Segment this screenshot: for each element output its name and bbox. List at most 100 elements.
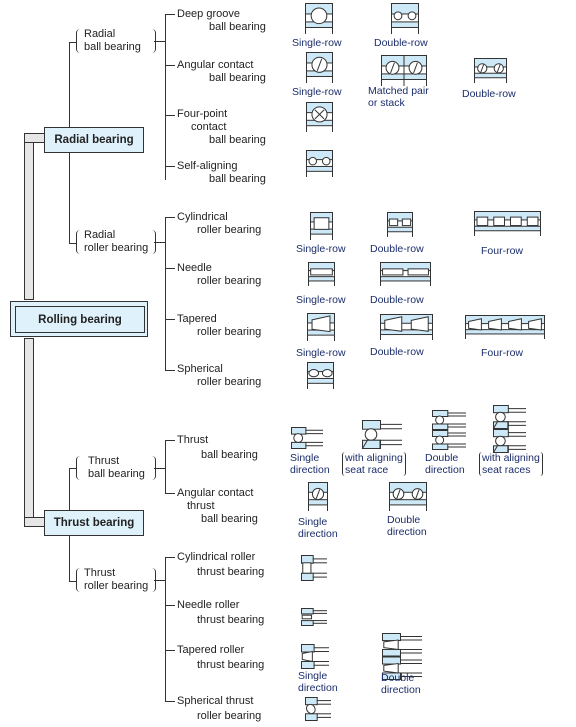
item-needle: Needle roller bearing	[177, 262, 261, 288]
needle-double-row-icon-graphic	[380, 262, 431, 286]
tree-line	[69, 42, 76, 43]
cylindrical-double-row-icon	[387, 212, 413, 237]
item-angular-contact: Angular contact ball bearing	[177, 59, 266, 85]
tree-line	[165, 557, 166, 702]
caption: Single direction	[298, 516, 338, 540]
needle-thrust-icon	[301, 608, 327, 627]
tree-line	[154, 41, 165, 42]
tree-tick	[165, 370, 175, 371]
four-point-contact-icon	[306, 102, 333, 132]
thrust-bearing-box: Thrust bearing	[44, 510, 144, 536]
label-line: Tapered roller	[177, 644, 245, 656]
angular-double-row-icon-graphic	[474, 58, 507, 83]
caption: with aligning seat race	[342, 452, 406, 476]
tree-tick	[165, 319, 175, 320]
label-line: thrust	[187, 500, 215, 512]
caption-line: seat races	[482, 464, 531, 476]
caption-line: with aligning	[345, 452, 403, 464]
label-line: Radial	[84, 229, 116, 241]
needle-double-row-icon	[380, 262, 431, 286]
cylindrical-single-row-icon	[310, 212, 333, 240]
spherical-thrust-icon-graphic	[305, 697, 331, 721]
tree-line	[154, 242, 165, 243]
caption: Single-row	[292, 86, 342, 98]
caption-line: direction	[298, 528, 338, 540]
caption-line: Single	[298, 516, 328, 528]
connector-bar-thrust-h	[24, 517, 46, 527]
caption-line: Single	[290, 452, 320, 464]
caption: Double direction	[425, 452, 465, 476]
label-line: thrust bearing	[197, 614, 265, 626]
tree-tick	[165, 166, 175, 167]
tree-line	[165, 217, 166, 370]
label-line: Thrust	[88, 455, 120, 467]
needle-thrust-icon-graphic	[301, 608, 327, 627]
label-line: Cylindrical	[177, 211, 228, 223]
caption-line: with aligning	[482, 452, 540, 464]
caption: Single-row	[296, 347, 346, 359]
angular-matched-pair-icon-graphic	[381, 55, 427, 86]
self-aligning-icon-graphic	[306, 150, 333, 177]
label-line: Four-point	[177, 108, 228, 120]
deep-groove-single-row-icon	[305, 3, 333, 34]
label-line: Spherical thrust	[177, 695, 254, 707]
tree-tick	[165, 440, 175, 441]
label-line: ball bearing	[209, 134, 266, 146]
tapered-four-row-icon-graphic	[465, 315, 545, 339]
angular-thrust-double-icon-graphic	[389, 482, 427, 511]
caption-line: Single-row	[296, 294, 346, 306]
tree-tick	[165, 14, 175, 15]
caption: with aligning seat races	[479, 452, 543, 476]
item-cylindrical-thrust: Cylindrical roller thrust bearing	[177, 551, 264, 579]
tree-tick	[165, 217, 175, 218]
group-label-thrust-ball: Thrust ball bearing	[88, 455, 145, 481]
thrust-ball-double-aligning-icon-graphic	[492, 405, 526, 453]
tapered-single-row-icon-graphic	[307, 313, 335, 341]
label-line: ball bearing	[201, 449, 258, 461]
needle-single-row-icon-graphic	[308, 262, 335, 286]
caption-line: Double	[387, 514, 421, 526]
label-line: Angular contact	[177, 487, 254, 499]
connector-bar-radial-h	[24, 133, 46, 143]
angular-thrust-single-icon	[308, 482, 328, 511]
cylindrical-thrust-icon	[301, 555, 327, 582]
label-line: ball bearing	[84, 41, 141, 53]
deep-groove-single-row-icon-graphic	[305, 3, 333, 34]
label-line: ball bearing	[209, 72, 266, 84]
tree-tick	[165, 605, 175, 606]
caption-line: Single	[298, 670, 328, 682]
tree-tick	[165, 493, 175, 494]
label-line: Cylindrical roller	[177, 551, 256, 563]
caption-line: Double	[425, 452, 459, 464]
caption: Four-row	[481, 245, 523, 257]
spherical-thrust-icon	[305, 697, 331, 721]
four-point-contact-icon-graphic	[306, 102, 333, 132]
thrust-ball-double-icon	[432, 410, 466, 450]
spherical-roller-icon-graphic	[307, 362, 334, 389]
label-line: thrust bearing	[197, 659, 265, 671]
caption-line: Double-row	[370, 243, 424, 255]
label-line: roller bearing	[197, 275, 262, 287]
item-tapered: Tapered roller bearing	[177, 313, 261, 339]
label-line: roller bearing	[84, 242, 149, 254]
caption: Double-row	[374, 37, 428, 49]
tree-tick	[165, 557, 175, 558]
self-aligning-icon	[306, 150, 333, 177]
item-tapered-thrust: Tapered roller thrust bearing	[177, 644, 264, 672]
item-spherical-thrust: Spherical thrust roller bearing	[177, 695, 261, 723]
caption-line: Single-row	[296, 243, 346, 255]
caption: Double-row	[462, 88, 516, 100]
label-line: Tapered	[177, 313, 217, 325]
caption-line: Single-row	[296, 347, 346, 359]
tapered-double-row-icon	[380, 314, 433, 340]
caption-line: direction	[290, 464, 330, 476]
caption-line: Four-row	[481, 245, 524, 257]
tree-tick	[165, 268, 175, 269]
label-line: Thrust	[84, 567, 116, 579]
caption-line: Double-row	[462, 88, 516, 100]
label-line: thrust bearing	[197, 566, 265, 578]
group-label-radial-ball: Radial ball bearing	[84, 28, 141, 54]
tree-line	[154, 580, 165, 581]
rolling-bearing-box: Rolling bearing	[15, 306, 145, 333]
caption-line: Four-row	[481, 347, 524, 359]
